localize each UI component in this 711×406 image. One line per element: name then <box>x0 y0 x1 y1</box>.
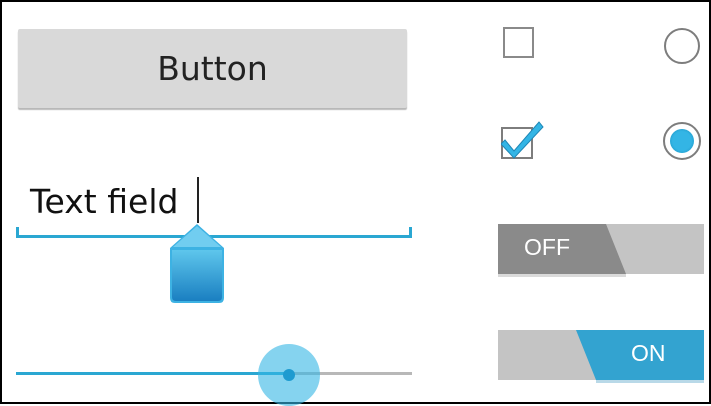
seek-bar-thumb-dot <box>283 369 295 381</box>
switch-on-label: ON <box>631 340 666 366</box>
switch-on[interactable]: ON <box>498 330 704 383</box>
radio-selected-dot <box>670 129 694 153</box>
switch-off-label: OFF <box>524 234 570 260</box>
text-field-value: Text field <box>30 182 179 221</box>
radio-unselected[interactable] <box>664 28 700 64</box>
seek-bar-progress <box>16 372 289 375</box>
switch-on-track <box>498 330 704 383</box>
seek-bar-thumb[interactable] <box>258 344 320 406</box>
radio-selected[interactable] <box>663 122 701 160</box>
switch-off[interactable]: OFF <box>498 224 704 277</box>
text-field-underline-right-tick <box>409 227 412 238</box>
checkmark-icon <box>500 121 544 159</box>
text-cursor <box>197 177 199 223</box>
checkbox-checked[interactable] <box>500 118 545 160</box>
widget-gallery: Button Text field OFF ON <box>0 0 711 406</box>
primary-button[interactable]: Button <box>18 29 407 108</box>
text-selection-handle[interactable] <box>170 224 224 304</box>
checkbox-unchecked[interactable] <box>503 27 534 58</box>
seek-bar[interactable] <box>16 344 412 406</box>
selection-handle-icon <box>170 224 224 303</box>
text-field-underline-left-tick <box>16 227 19 238</box>
